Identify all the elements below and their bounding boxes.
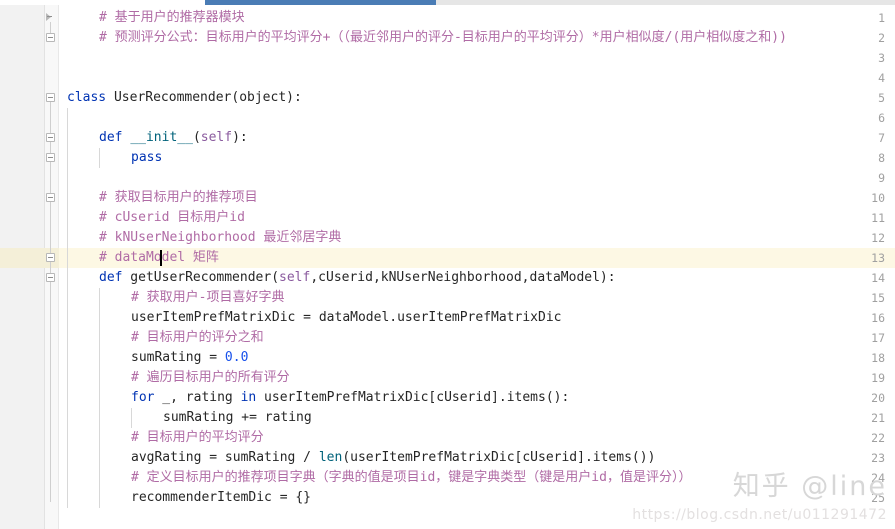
code-token: # 预测评分公式：目标用户的平均评分+（（最近邻用户的评分-目标用户的平均评分）… bbox=[99, 30, 787, 45]
code-token: getUserRecommender( bbox=[122, 270, 280, 285]
code-token: # 定义目标用户的推荐项目字典（字典的值是项目id，键是字典类型（键是用户id，… bbox=[131, 470, 692, 485]
code-token: __init__ bbox=[130, 130, 193, 145]
code-line[interactable]: sumRating += rating bbox=[163, 408, 312, 428]
fold-toggle-icon[interactable] bbox=[46, 153, 55, 162]
code-token: # cUserid 目标用户id bbox=[99, 210, 245, 225]
code-line[interactable]: for _, rating in userItemPrefMatrixDic[c… bbox=[131, 388, 569, 408]
code-line[interactable]: # 目标用户的平均评分 bbox=[131, 428, 264, 448]
code-token: pass bbox=[131, 150, 163, 165]
code-line[interactable]: # 基于用户的推荐器模块 bbox=[99, 8, 245, 28]
indent-guide bbox=[131, 408, 132, 428]
code-line[interactable]: # 定义目标用户的推荐项目字典（字典的值是项目id，键是字典类型（键是用户id，… bbox=[131, 468, 691, 488]
code-token: ( bbox=[192, 130, 201, 145]
code-token: sumRating = bbox=[131, 350, 225, 365]
code-token: in bbox=[240, 390, 257, 405]
code-line[interactable]: # 遍历目标用户的所有评分 bbox=[131, 368, 290, 388]
code-token: userItemPrefMatrixDic[cUserid].items(): bbox=[256, 390, 570, 405]
code-token: len bbox=[318, 450, 343, 465]
code-line[interactable]: userItemPrefMatrixDic = dataModel.userIt… bbox=[131, 308, 561, 328]
code-token: # 基于用户的推荐器模块 bbox=[99, 10, 245, 25]
code-token: ): bbox=[232, 130, 248, 145]
code-token: 0.0 bbox=[224, 350, 249, 365]
code-line[interactable]: recommenderItemDic = {} bbox=[131, 488, 311, 508]
code-token: self bbox=[279, 270, 311, 285]
code-line[interactable]: # kNUserNeighborhood 最近邻居字典 bbox=[99, 228, 341, 248]
code-token: # kNUserNeighborhood 最近邻居字典 bbox=[99, 230, 342, 245]
code-token: sumRating += rating bbox=[163, 410, 312, 425]
code-token: def bbox=[99, 270, 123, 285]
code-line[interactable]: # 获取用户-项目喜好字典 bbox=[131, 288, 284, 308]
code-line[interactable]: def getUserRecommender(self,cUserid,kNUs… bbox=[99, 268, 616, 288]
code-line[interactable]: avgRating = sumRating / len(userItemPref… bbox=[131, 448, 655, 468]
code-line[interactable]: pass bbox=[131, 148, 162, 168]
indent-guide bbox=[99, 288, 100, 508]
code-token: self bbox=[200, 130, 233, 145]
indent-guide bbox=[99, 148, 100, 168]
code-token: # 目标用户的评分之和 bbox=[131, 330, 264, 345]
code-token: userItemPrefMatrixDic = dataModel.userIt… bbox=[131, 310, 562, 325]
code-line[interactable]: # cUserid 目标用户id bbox=[99, 208, 245, 228]
fold-toggle-icon[interactable] bbox=[46, 33, 55, 42]
fold-toggle-icon[interactable] bbox=[46, 133, 55, 142]
fold-toggle-icon[interactable] bbox=[46, 13, 55, 22]
code-token: def bbox=[99, 130, 123, 145]
code-token: _, rating bbox=[154, 390, 241, 405]
code-token: # 遍历目标用户的所有评分 bbox=[131, 370, 290, 385]
code-line[interactable]: # 获取目标用户的推荐项目 bbox=[99, 188, 258, 208]
fold-region-line bbox=[50, 282, 51, 502]
code-editor[interactable]: 1 2 3 4 5 6 7 8 9 10 11 12 13 14 15 16 17 18 19 20 21 22 23 24 2… bbox=[0, 5, 895, 529]
fold-toggle-icon[interactable] bbox=[46, 273, 55, 282]
code-token: ,cUserid,kNUserNeighborhood,dataModel): bbox=[310, 270, 616, 285]
zhihu-watermark: 知乎 @line bbox=[732, 471, 887, 502]
code-line[interactable]: sumRating = 0.0 bbox=[131, 348, 248, 368]
code-token: class bbox=[67, 90, 107, 105]
fold-toggle-icon[interactable] bbox=[46, 193, 55, 202]
code-token: # 获取目标用户的推荐项目 bbox=[99, 190, 258, 205]
code-token: (userItemPrefMatrixDic[cUserid].items()) bbox=[342, 450, 656, 465]
code-token: UserRecommender(object): bbox=[106, 90, 302, 105]
fold-toggle-icon[interactable] bbox=[46, 253, 55, 262]
text-caret bbox=[159, 250, 162, 266]
code-line[interactable]: # 目标用户的评分之和 bbox=[131, 328, 264, 348]
code-token: for bbox=[131, 390, 155, 405]
code-token: avgRating = sumRating / bbox=[131, 450, 319, 465]
code-token: # 目标用户的平均评分 bbox=[131, 430, 264, 445]
fold-toggle-icon[interactable] bbox=[46, 93, 55, 102]
indent-guide bbox=[67, 108, 68, 508]
code-token: # 获取用户-项目喜好字典 bbox=[131, 290, 285, 305]
csdn-url-watermark: https://blog.csdn.net/u011291472 bbox=[632, 507, 887, 523]
code-content[interactable]: # 基于用户的推荐器模块 # 预测评分公式：目标用户的平均评分+（（最近邻用户的评… bbox=[59, 5, 895, 529]
code-line[interactable]: # 预测评分公式：目标用户的平均评分+（（最近邻用户的评分-目标用户的平均评分）… bbox=[99, 28, 787, 48]
code-token: recommenderItemDic = {} bbox=[131, 490, 312, 505]
code-line[interactable]: def __init__(self): bbox=[99, 128, 248, 148]
code-line[interactable]: class UserRecommender(object): bbox=[67, 88, 302, 108]
